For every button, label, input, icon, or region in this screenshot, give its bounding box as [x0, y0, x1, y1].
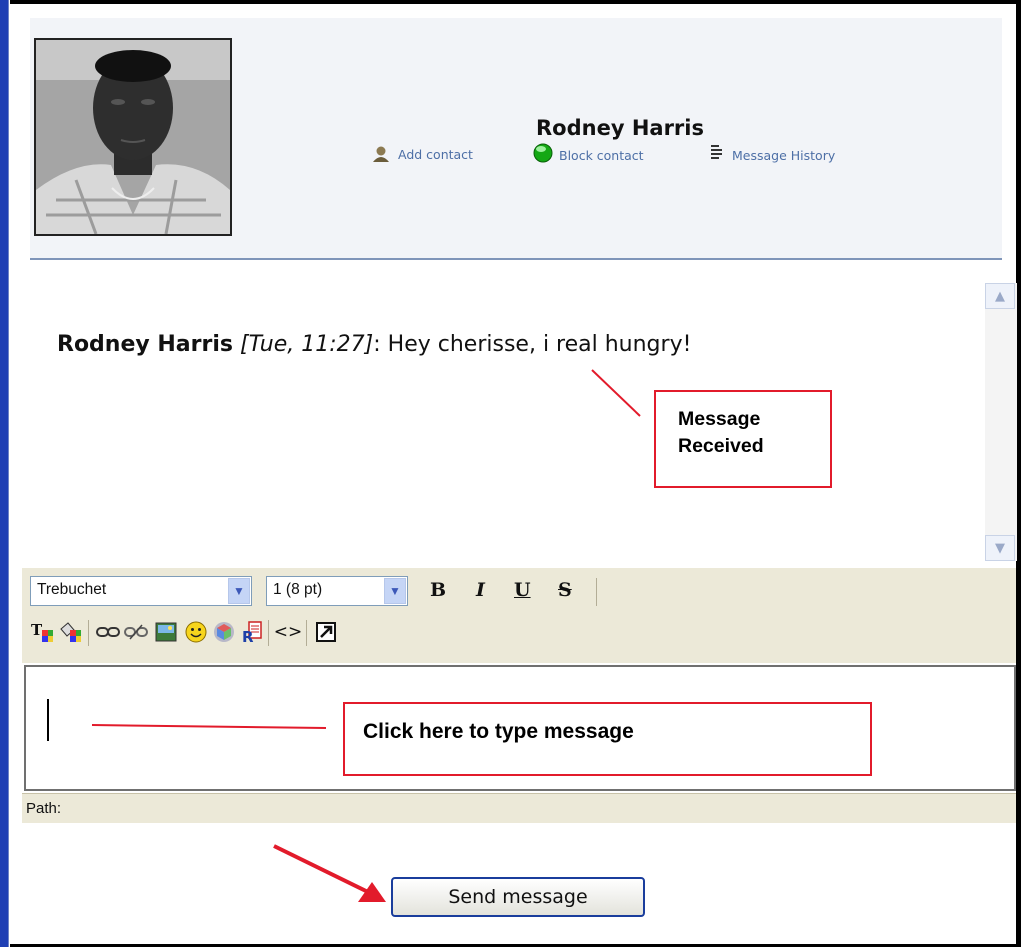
external-window-icon — [316, 622, 336, 642]
block-contact-label: Block contact — [559, 148, 644, 163]
chevron-up-icon: ▲ — [995, 288, 1005, 304]
message-log — [22, 262, 1016, 568]
insert-image-button[interactable] — [154, 620, 178, 644]
insert-link-button[interactable] — [96, 620, 120, 644]
chevron-down-icon: ▼ — [384, 578, 406, 604]
paint-bucket-icon — [60, 622, 81, 642]
code-brackets-icon: <> — [273, 622, 303, 642]
text-caret — [47, 699, 49, 741]
insert-object-button[interactable] — [212, 620, 236, 644]
chevron-down-icon: ▼ — [228, 578, 250, 604]
message-sender: Rodney Harris — [57, 332, 233, 357]
window-top-border — [10, 0, 1021, 4]
toolbar-separator — [596, 578, 597, 606]
message-text: Hey cherisse, i real hungry! — [387, 332, 692, 357]
message-timestamp: [Tue, 11:27] — [239, 332, 374, 357]
popout-editor-button[interactable] — [314, 620, 338, 644]
font-size-value: 1 (8 pt) — [273, 581, 323, 598]
image-icon — [155, 622, 177, 642]
add-contact-link[interactable]: Add contact — [372, 146, 473, 162]
paste-icon: R — [242, 621, 262, 644]
chevron-down-icon: ▼ — [995, 540, 1005, 556]
remove-link-button[interactable] — [124, 620, 148, 644]
svg-text:R: R — [242, 628, 254, 644]
font-size-select[interactable]: 1 (8 pt) ▼ — [266, 576, 408, 606]
add-contact-icon — [373, 146, 389, 162]
unlink-icon — [124, 624, 148, 640]
font-family-select[interactable]: Trebuchet ▼ — [30, 576, 252, 606]
link-icon — [96, 627, 120, 637]
add-contact-label: Add contact — [398, 146, 473, 162]
text-color-icon: T — [31, 621, 53, 642]
window-left-inner-border — [8, 0, 12, 947]
toolbar-separator — [306, 620, 307, 646]
contact-avatar — [34, 38, 232, 236]
svg-text:T: T — [31, 621, 43, 639]
message-separator: : — [373, 332, 381, 357]
block-contact-link[interactable]: Block contact — [533, 142, 644, 163]
paste-button[interactable]: R — [240, 620, 264, 644]
toolbar-separator — [268, 620, 269, 646]
font-family-value: Trebuchet — [37, 581, 107, 598]
type-message-annotation: Click here to type message — [343, 702, 872, 776]
history-list-icon — [711, 144, 722, 159]
italic-button[interactable]: I — [476, 579, 485, 601]
message-received-annotation: Message Received — [654, 390, 832, 488]
strikethrough-button[interactable]: S — [558, 579, 572, 601]
contact-name: Rodney Harris — [536, 116, 704, 140]
editor-path-bar — [22, 793, 1016, 823]
send-arrow-annotation — [273, 844, 386, 902]
send-message-button[interactable]: Send message — [391, 877, 645, 917]
toolbar-separator — [88, 620, 89, 646]
avatar-photo — [36, 40, 230, 234]
html-source-button[interactable]: <> — [273, 620, 303, 644]
message-entry: Rodney Harris [Tue, 11:27]: Hey cherisse… — [57, 332, 691, 357]
underline-button[interactable]: U — [514, 579, 531, 601]
message-history-label: Message History — [732, 148, 836, 163]
scroll-up-button[interactable]: ▲ — [985, 283, 1015, 309]
cube-icon — [214, 622, 234, 642]
window-left-border — [0, 0, 8, 947]
emoticon-button[interactable] — [184, 620, 208, 644]
text-color-button[interactable]: T — [30, 620, 54, 644]
green-status-icon — [533, 143, 553, 162]
type-here-callout-line — [91, 724, 327, 729]
header-divider — [30, 258, 1002, 260]
message-history-link[interactable]: Message History — [710, 142, 835, 163]
smiley-icon — [185, 621, 207, 643]
bold-button[interactable]: B — [430, 579, 446, 601]
path-label: Path: — [26, 800, 62, 817]
message-scrollbar[interactable]: ▲ ▼ — [985, 283, 1017, 561]
scroll-down-button[interactable]: ▼ — [985, 535, 1015, 561]
received-callout-line — [591, 369, 641, 417]
background-color-button[interactable] — [58, 620, 82, 644]
